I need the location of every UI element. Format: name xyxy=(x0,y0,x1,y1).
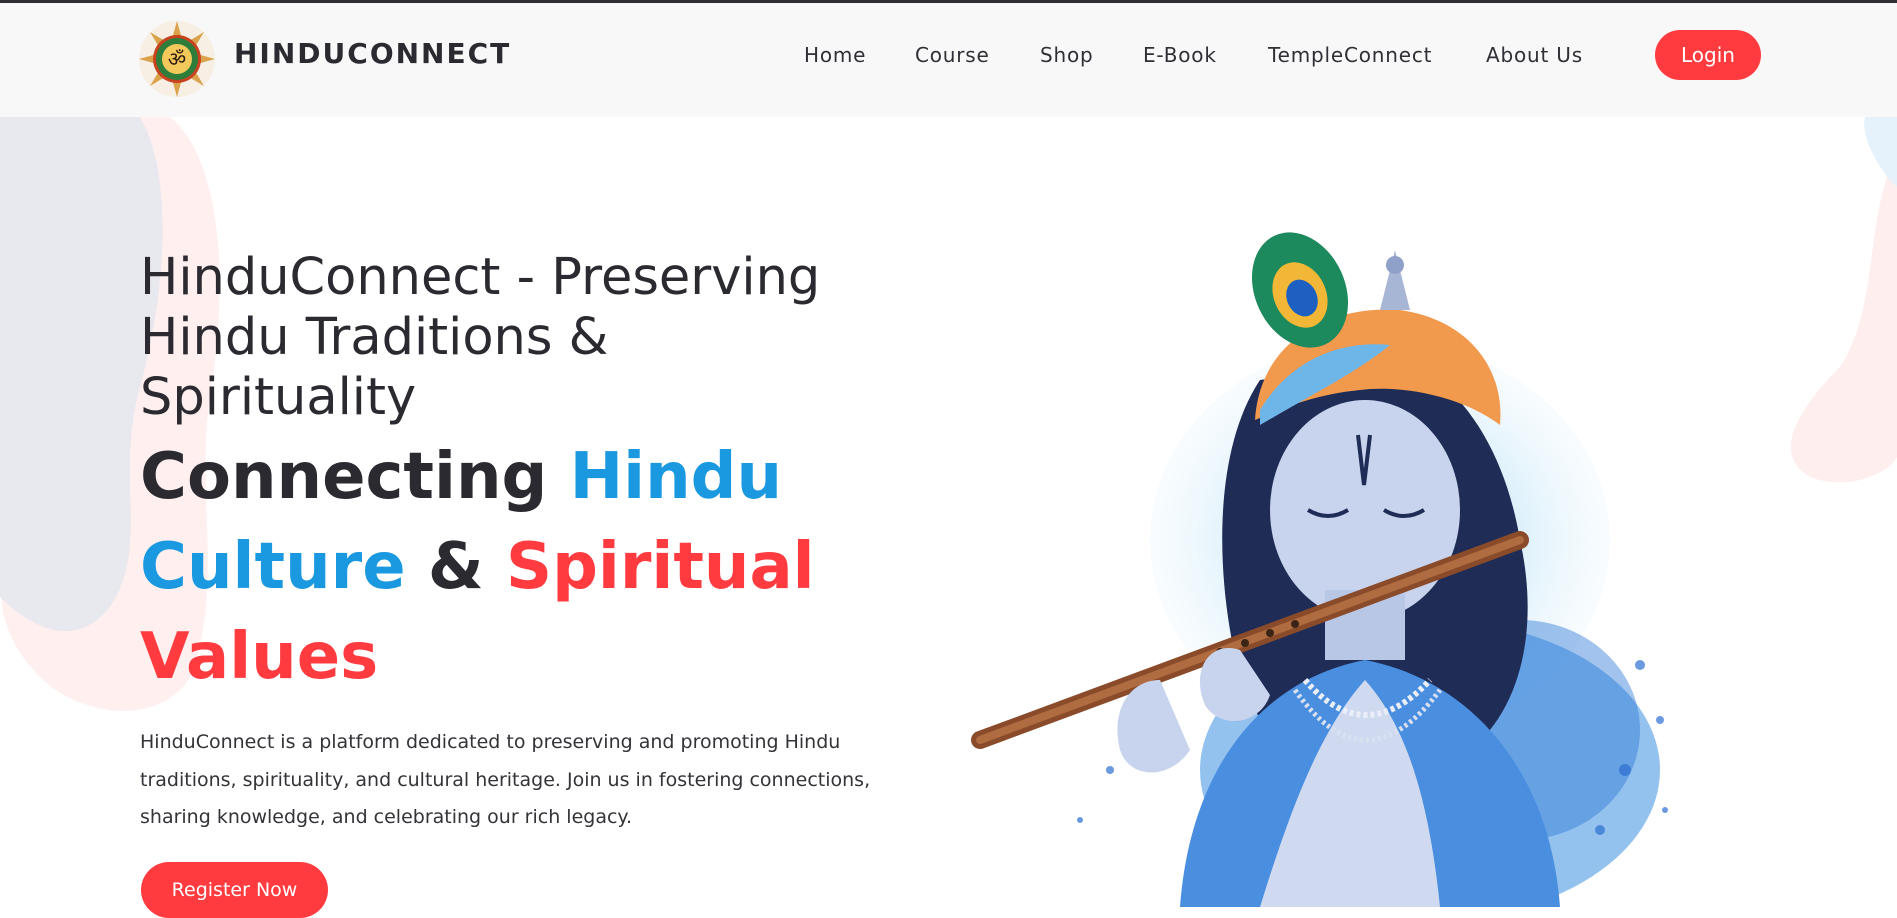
hero-tagline: Connecting Hindu Culture & Spiritual Val… xyxy=(140,432,900,702)
krishna-flute-illustration-icon xyxy=(971,232,1668,907)
login-button[interactable]: Login xyxy=(1655,30,1761,80)
nav-templeconnect[interactable]: TempleConnect xyxy=(1268,43,1432,67)
hero-description: HinduConnect is a platform dedicated to … xyxy=(140,731,871,828)
hero-title: HinduConnect - Preserving Hindu Traditio… xyxy=(140,248,821,427)
svg-text:ॐ: ॐ xyxy=(168,47,186,71)
brand-name[interactable]: HINDUCONNECT xyxy=(234,37,511,70)
tagline-ampersand: & xyxy=(405,530,506,604)
background-blob-right xyxy=(1790,117,1897,483)
nav-about-us[interactable]: About Us xyxy=(1486,43,1583,67)
nav-course[interactable]: Course xyxy=(915,43,990,67)
nav-home[interactable]: Home xyxy=(804,43,866,67)
tagline-connecting: Connecting xyxy=(140,440,570,514)
om-mandala-icon: ॐ xyxy=(139,21,215,97)
register-now-button[interactable]: Register Now xyxy=(141,862,328,918)
nav-ebook[interactable]: E-Book xyxy=(1143,43,1217,67)
site-logo[interactable]: ॐ xyxy=(134,19,220,99)
site-header: ॐ HINDUCONNECT Home Course Shop E-Book T… xyxy=(0,3,1897,117)
nav-shop[interactable]: Shop xyxy=(1040,43,1094,67)
